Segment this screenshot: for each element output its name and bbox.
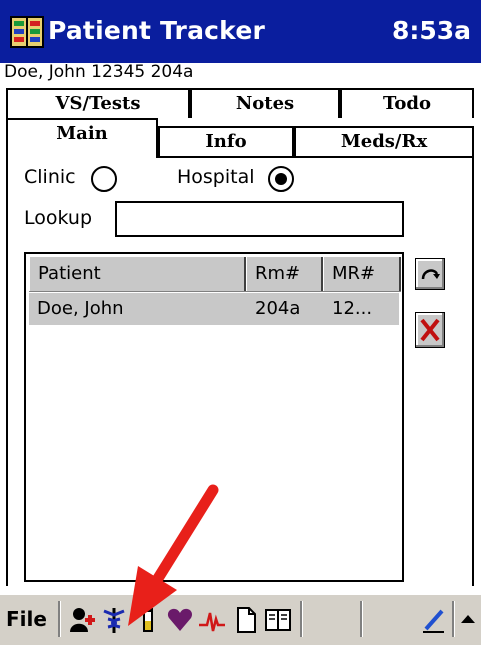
caduceus-icon[interactable] [100,605,128,635]
delete-button[interactable] [415,312,445,348]
cell-room: 204a [255,298,301,319]
tab-vs-tests[interactable]: VS/Tests [6,88,190,118]
document-icon[interactable] [232,605,260,635]
hospital-label: Hospital [177,166,255,188]
ecg-icon[interactable] [198,605,226,635]
refresh-button[interactable] [415,258,445,290]
hospital-radio-dot [275,173,287,185]
clinic-label: Clinic [24,166,76,188]
clinic-radio[interactable] [91,166,117,192]
column-header-patient[interactable]: Patient [29,257,246,291]
pen-icon[interactable] [420,605,448,635]
up-arrow-icon[interactable] [458,605,478,635]
panel-left-border [6,158,8,586]
current-patient-line: Doe, John 12345 204a [4,62,194,82]
tab-strip: VS/Tests Notes Todo Main Info Meds/Rx [0,88,481,158]
file-menu[interactable]: File [6,607,47,631]
tab-meds-rx[interactable]: Meds/Rx [294,126,474,156]
toolbar-separator [58,601,61,637]
patient-list-header: Patient Rm# MR# [29,257,401,292]
tab-info[interactable]: Info [158,126,294,156]
column-header-mr[interactable]: MR# [323,257,401,291]
toolbar-separator [300,601,303,637]
heart-icon[interactable] [166,605,194,635]
lookup-label: Lookup [24,207,93,229]
lookup-input[interactable] [115,201,404,237]
toolbar-separator [360,601,363,637]
tab-divider [158,156,474,158]
delete-icon [420,318,440,342]
cell-mr: 12... [332,298,373,319]
app-title: Patient Tracker [48,16,266,45]
patient-list[interactable]: Patient Rm# MR# Doe, John 204a 12... [24,252,404,582]
book-icon[interactable] [264,605,292,635]
bottom-toolbar: File [0,593,481,645]
cell-patient: Doe, John [37,298,124,319]
tab-todo[interactable]: Todo [340,88,474,118]
tab-notes[interactable]: Notes [190,88,340,118]
panel-right-border [472,156,474,586]
clock[interactable]: 8:53a [392,16,471,45]
hospital-radio[interactable] [268,166,294,192]
app-icon [10,16,44,48]
test-tube-icon[interactable] [134,605,162,635]
refresh-icon [421,269,440,280]
tab-main[interactable]: Main [6,118,158,158]
table-row[interactable]: Doe, John 204a 12... [29,293,399,325]
column-header-room[interactable]: Rm# [246,257,323,291]
toolbar-separator [452,601,455,637]
add-patient-icon[interactable] [68,605,96,635]
title-bar: Patient Tracker 8:53a [0,0,481,63]
